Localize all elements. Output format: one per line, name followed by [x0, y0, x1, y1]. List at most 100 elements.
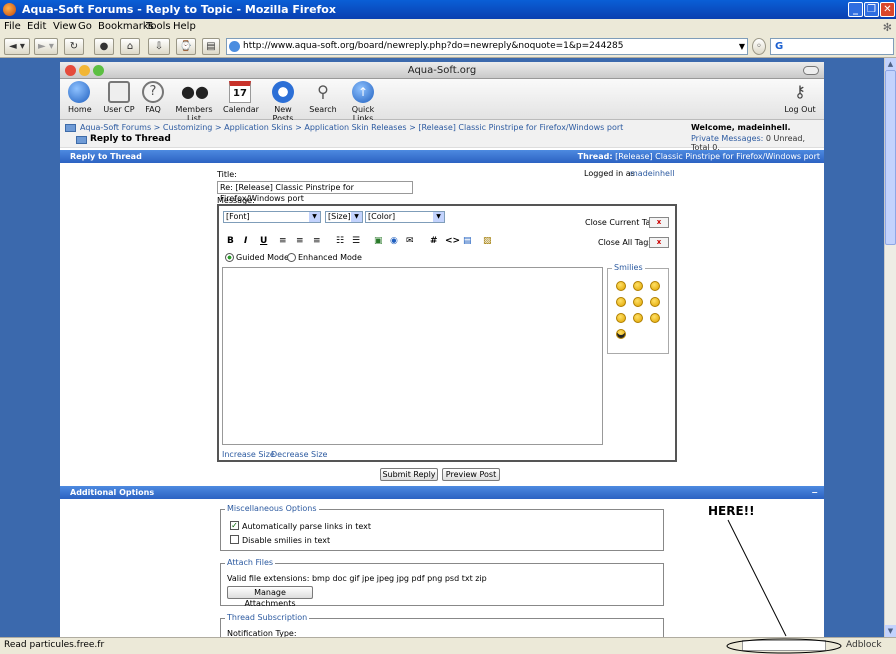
toolbar-calendar[interactable]: 17 Calendar: [223, 81, 259, 114]
preview-post-button[interactable]: Preview Post: [442, 468, 500, 481]
download-icon[interactable]: ⇩: [148, 38, 170, 55]
toolbar-faq[interactable]: ? FAQ: [142, 81, 164, 114]
underline-button[interactable]: U: [260, 236, 267, 246]
toolbar-search-label: Search: [309, 105, 337, 114]
parse-links-label: Automatically parse links in text: [242, 522, 372, 531]
menu-tools[interactable]: Tools: [146, 21, 171, 32]
decrease-size-link[interactable]: Decrease Size: [271, 450, 327, 459]
menu-go[interactable]: Go: [78, 21, 92, 32]
scroll-thumb[interactable]: [885, 70, 896, 245]
size-select[interactable]: [Size] ▼: [325, 211, 363, 223]
back-button[interactable]: ◄ ▾: [4, 38, 30, 55]
misc-options-fieldset: Miscellaneous Options ✓ Automatically pa…: [220, 504, 664, 551]
minimize-button[interactable]: _: [848, 2, 863, 17]
welcome-text: Welcome, madeinhell.: [691, 123, 791, 132]
align-center-icon[interactable]: ≡: [296, 236, 304, 246]
reload-icon[interactable]: ↻: [64, 38, 84, 55]
throbber-icon: ✻: [882, 21, 892, 34]
quote-icon[interactable]: ▧: [483, 236, 492, 246]
insert-link-icon[interactable]: ◉: [390, 236, 398, 246]
logged-in-label: Logged in as: [584, 169, 635, 178]
toolbar-logout[interactable]: ⚷ Log Out: [784, 81, 816, 114]
menu-bar: File Edit View Go Bookmarks Tools Help ✻: [0, 19, 896, 36]
home-icon[interactable]: ⌂: [120, 38, 140, 55]
align-left-icon[interactable]: ≡: [279, 236, 287, 246]
toolbar-newposts[interactable]: New Posts: [263, 81, 303, 123]
adblock-label[interactable]: Adblock: [846, 640, 882, 650]
html-icon[interactable]: ▤: [463, 236, 472, 246]
toolbar-search[interactable]: ⚲ Search: [309, 81, 337, 114]
submit-reply-button[interactable]: Submit Reply: [380, 468, 438, 481]
confused-icon[interactable]: [650, 297, 660, 307]
increase-size-link[interactable]: Increase Size: [222, 450, 275, 459]
annotation-text: HERE!!: [708, 504, 755, 518]
close-button[interactable]: ✕: [880, 2, 895, 17]
font-select[interactable]: [Font] ▼: [223, 211, 321, 223]
toolbar-members[interactable]: ●● Members List: [170, 81, 218, 123]
surprised-icon[interactable]: [633, 281, 643, 291]
frown-icon[interactable]: [650, 281, 660, 291]
thread-link[interactable]: [Release] Classic Pinstripe for Firefox/…: [615, 152, 820, 161]
manage-attachments-button[interactable]: Manage Attachments: [227, 586, 313, 608]
aqua-window: Aqua-Soft.org Home User CP ? FAQ ●● Memb…: [60, 62, 824, 637]
disable-smilies-checkbox[interactable]: [230, 535, 239, 544]
url-bar[interactable]: http://www.aqua-soft.org/board/newreply.…: [226, 38, 748, 55]
logged-in-user[interactable]: madeinhell: [630, 169, 674, 178]
url-text: http://www.aqua-soft.org/board/newreply.…: [243, 41, 624, 51]
scroll-down-icon[interactable]: ▼: [885, 625, 896, 637]
toolbar-home[interactable]: Home: [68, 81, 92, 114]
insert-image-icon[interactable]: ▣: [374, 236, 383, 246]
scroll-up-icon[interactable]: ▲: [885, 58, 896, 70]
reply-header-bar: Reply to Thread Thread: [Release] Classi…: [60, 150, 824, 163]
url-dropdown-icon[interactable]: ▼: [739, 39, 745, 54]
maximize-button[interactable]: ❐: [864, 2, 879, 17]
cool-icon[interactable]: [616, 329, 626, 339]
title-input[interactable]: Re: [Release] Classic Pinstripe for Fire…: [217, 181, 413, 203]
pm-link[interactable]: Private Messages:: [691, 134, 763, 143]
grin-icon[interactable]: [633, 297, 643, 307]
code-button[interactable]: <>: [445, 236, 460, 246]
close-all-tags-button[interactable]: x: [649, 237, 669, 248]
google-icon[interactable]: G: [775, 41, 783, 52]
hash-button[interactable]: #: [430, 236, 438, 246]
forward-button[interactable]: ► ▾: [34, 38, 58, 55]
breadcrumb[interactable]: Aqua-Soft Forums > Customizing > Applica…: [80, 123, 623, 132]
go-icon[interactable]: ◦: [752, 38, 766, 55]
mad-icon[interactable]: [633, 313, 643, 323]
guided-mode-radio[interactable]: [225, 253, 234, 262]
close-light-icon[interactable]: [65, 65, 76, 76]
menu-view[interactable]: View: [53, 21, 77, 32]
smile-icon[interactable]: [616, 281, 626, 291]
navigation-toolbar: ◄ ▾ ► ▾ ↻ ● ⌂ ⇩ ⌚ ▤ http://www.aqua-soft…: [0, 36, 896, 58]
menu-edit[interactable]: Edit: [27, 21, 46, 32]
bookmarks-icon[interactable]: ▤: [202, 38, 220, 55]
toolbar-usercp[interactable]: User CP: [102, 81, 136, 114]
message-textarea[interactable]: [222, 267, 603, 445]
insert-email-icon[interactable]: ✉: [406, 236, 414, 246]
enhanced-mode-radio[interactable]: [287, 253, 296, 262]
parse-links-checkbox[interactable]: ✓: [230, 521, 239, 530]
home-globe-icon: [68, 81, 90, 103]
tongue-icon[interactable]: [616, 313, 626, 323]
ordered-list-icon[interactable]: ☷: [336, 236, 344, 246]
rolleyes-icon[interactable]: [650, 313, 660, 323]
aqua-titlebar: Aqua-Soft.org: [60, 62, 824, 79]
close-current-tag-button[interactable]: x: [649, 217, 669, 228]
italic-button[interactable]: I: [244, 236, 247, 246]
toolbar-quicklinks[interactable]: ↑ Quick Links: [343, 81, 383, 123]
zoom-light-icon[interactable]: [93, 65, 104, 76]
vertical-scrollbar[interactable]: ▲ ▼: [884, 58, 896, 637]
unordered-list-icon[interactable]: ☰: [352, 236, 360, 246]
color-select[interactable]: [Color] ▼: [365, 211, 445, 223]
collapse-icon[interactable]: −: [811, 486, 818, 499]
search-box[interactable]: G: [770, 38, 894, 55]
align-right-icon[interactable]: ≡: [313, 236, 321, 246]
menu-help[interactable]: Help: [173, 21, 196, 32]
toolbar-toggle-icon[interactable]: [803, 66, 819, 75]
bold-button[interactable]: B: [227, 236, 234, 246]
history-icon[interactable]: ⌚: [176, 38, 196, 55]
stop-icon[interactable]: ●: [94, 38, 114, 55]
minimize-light-icon[interactable]: [79, 65, 90, 76]
menu-file[interactable]: File: [4, 21, 21, 32]
wink-icon[interactable]: [616, 297, 626, 307]
